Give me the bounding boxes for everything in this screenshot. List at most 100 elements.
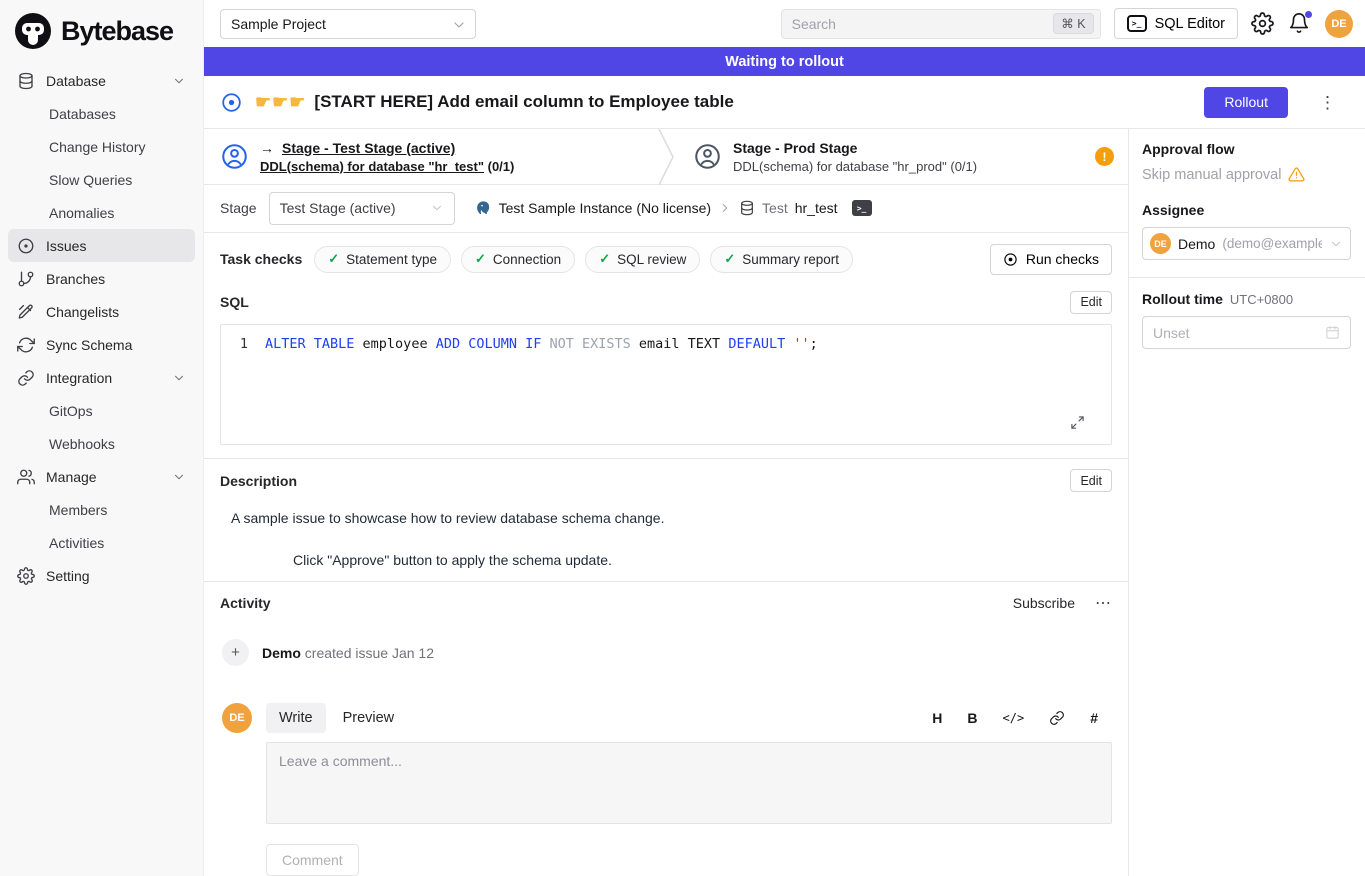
sidebar-item-issues[interactable]: Issues: [8, 229, 195, 262]
check-pill-summary-report[interactable]: ✓ Summary report: [710, 246, 853, 273]
description-line: A sample issue to showcase how to review…: [231, 510, 1112, 526]
git-branch-icon: [17, 270, 35, 288]
stage-card-prod[interactable]: Stage - Prod Stage DDL(schema) for datab…: [677, 129, 1128, 184]
database-icon: [739, 200, 755, 216]
stage-title: Stage - Test Stage (active): [282, 140, 455, 156]
users-icon: [17, 468, 35, 486]
comment-tabs: Write Preview H B </> #: [266, 703, 1112, 733]
command-k-shortcut: ⌘ K: [1053, 13, 1093, 34]
main-area: Sample Project ⌘ K >_ SQL Editor: [204, 0, 1365, 876]
rollout-time-input[interactable]: Unset: [1142, 316, 1351, 349]
sidebar-item-gitops[interactable]: GitOps: [8, 394, 195, 427]
link-icon[interactable]: [1049, 710, 1065, 726]
assignee-person-icon: [221, 143, 248, 170]
chevron-right-icon: [718, 201, 732, 215]
database-icon: [17, 72, 35, 90]
changelist-pencil-icon: [17, 303, 35, 321]
database-name[interactable]: hr_test: [795, 200, 838, 216]
kebab-menu-icon[interactable]: ⋮: [1319, 94, 1337, 111]
stage-card-test[interactable]: → Stage - Test Stage (active) DDL(schema…: [204, 129, 655, 184]
expand-icon[interactable]: [1070, 415, 1085, 430]
chevron-down-icon: [172, 470, 186, 484]
gear-icon: [17, 567, 35, 585]
assignee-name: Demo: [1178, 236, 1215, 252]
subscribe-button[interactable]: Subscribe: [1013, 595, 1075, 611]
description-line: Click "Approve" button to apply the sche…: [231, 552, 1112, 568]
bold-icon[interactable]: B: [967, 710, 977, 726]
sql-edit-button[interactable]: Edit: [1070, 291, 1112, 314]
check-icon: ✓: [475, 251, 486, 267]
topbar-right: ⌘ K >_ SQL Editor DE: [781, 8, 1353, 39]
hash-icon[interactable]: #: [1090, 710, 1098, 726]
sidebar-item-integration[interactable]: Integration: [8, 361, 195, 394]
heading-icon[interactable]: H: [932, 710, 942, 726]
sql-code-line: 1 ALTER TABLE employee ADD COLUMN IF NOT…: [221, 336, 1111, 352]
more-horizontal-icon[interactable]: ⋯: [1095, 593, 1112, 613]
check-icon: ✓: [328, 251, 339, 267]
sidebar-item-members[interactable]: Members: [8, 493, 195, 526]
comment-avatar: DE: [222, 703, 252, 733]
brand-name: Bytebase: [61, 16, 173, 47]
brand-logo[interactable]: Bytebase: [0, 0, 203, 60]
activity-entry: + Demo created issue Jan 12: [222, 639, 1112, 666]
attention-badge-icon: !: [1095, 147, 1114, 166]
check-pill-sql-review[interactable]: ✓ SQL review: [585, 246, 700, 273]
status-banner: Waiting to rollout: [204, 47, 1365, 76]
sidebar-item-activities[interactable]: Activities: [8, 526, 195, 559]
comment-submit-button[interactable]: Comment: [266, 844, 359, 876]
stage-task-count: (0/1): [950, 159, 977, 174]
bytebase-logo-icon: [14, 12, 52, 50]
search-input[interactable]: [792, 16, 1054, 32]
line-number: 1: [221, 336, 265, 352]
pointer-hands-icon: ☛☛☛: [255, 92, 306, 113]
sql-editor-button[interactable]: >_ SQL Editor: [1114, 8, 1238, 39]
code-icon[interactable]: </>: [1003, 711, 1025, 725]
sidebar-item-manage[interactable]: Manage: [8, 460, 195, 493]
assignee-select[interactable]: DE Demo (demo@example: [1142, 227, 1351, 260]
comment-input[interactable]: [266, 742, 1112, 824]
stage-strip: → Stage - Test Stage (active) DDL(schema…: [204, 129, 1128, 185]
tab-write[interactable]: Write: [266, 703, 326, 733]
database-breadcrumb: Test Sample Instance (No license) Test h…: [475, 200, 872, 217]
issue-sidebar: Approval flow Skip manual approval Assig…: [1128, 129, 1365, 876]
sidebar-item-slow-queries[interactable]: Slow Queries: [8, 163, 195, 196]
sidebar-item-sync-schema[interactable]: Sync Schema: [8, 328, 195, 361]
description-edit-button[interactable]: Edit: [1070, 469, 1112, 492]
rollout-button[interactable]: Rollout: [1204, 87, 1288, 118]
sidebar-item-change-history[interactable]: Change History: [8, 130, 195, 163]
activity-text: created issue Jan 12: [305, 645, 434, 661]
comment-toolbar: H B </> #: [932, 710, 1112, 726]
stage-task-link[interactable]: DDL(schema) for database "hr_test": [260, 159, 484, 174]
sql-editor[interactable]: 1 ALTER TABLE employee ADD COLUMN IF NOT…: [220, 324, 1112, 445]
notification-bell-icon[interactable]: [1288, 12, 1312, 36]
open-sql-editor-icon[interactable]: >_: [852, 200, 872, 216]
check-pill-connection[interactable]: ✓ Connection: [461, 246, 575, 273]
task-checks-label: Task checks: [220, 251, 302, 267]
topbar: Sample Project ⌘ K >_ SQL Editor: [204, 0, 1365, 47]
check-icon: ✓: [599, 251, 610, 267]
sidebar-item-setting[interactable]: Setting: [8, 559, 195, 592]
sidebar-item-database[interactable]: Database: [8, 64, 195, 97]
run-checks-button[interactable]: Run checks: [990, 244, 1112, 275]
instance-name[interactable]: Test Sample Instance (No license): [499, 200, 711, 216]
check-icon: ✓: [724, 251, 735, 267]
tab-preview[interactable]: Preview: [330, 703, 408, 733]
description-body: A sample issue to showcase how to review…: [204, 492, 1128, 568]
sidebar-item-anomalies[interactable]: Anomalies: [8, 196, 195, 229]
postgres-icon: [475, 200, 492, 217]
sidebar-item-databases[interactable]: Databases: [8, 97, 195, 130]
stage-select[interactable]: Test Stage (active): [269, 192, 455, 225]
sidebar-item-changelists[interactable]: Changelists: [8, 295, 195, 328]
sidebar-item-branches[interactable]: Branches: [8, 262, 195, 295]
check-pill-statement-type[interactable]: ✓ Statement type: [314, 246, 451, 273]
project-select[interactable]: Sample Project: [220, 9, 476, 39]
app-root: Bytebase Database Databases Change Histo…: [0, 0, 1365, 876]
sql-statement: ALTER TABLE employee ADD COLUMN IF NOT E…: [265, 336, 818, 352]
sidebar-item-webhooks[interactable]: Webhooks: [8, 427, 195, 460]
environment-name: Test: [762, 200, 788, 216]
user-avatar[interactable]: DE: [1325, 10, 1353, 38]
search-box[interactable]: ⌘ K: [781, 9, 1101, 39]
settings-gear-icon[interactable]: [1251, 12, 1275, 36]
approval-flow-label: Approval flow: [1142, 141, 1351, 157]
link-icon: [17, 369, 35, 387]
